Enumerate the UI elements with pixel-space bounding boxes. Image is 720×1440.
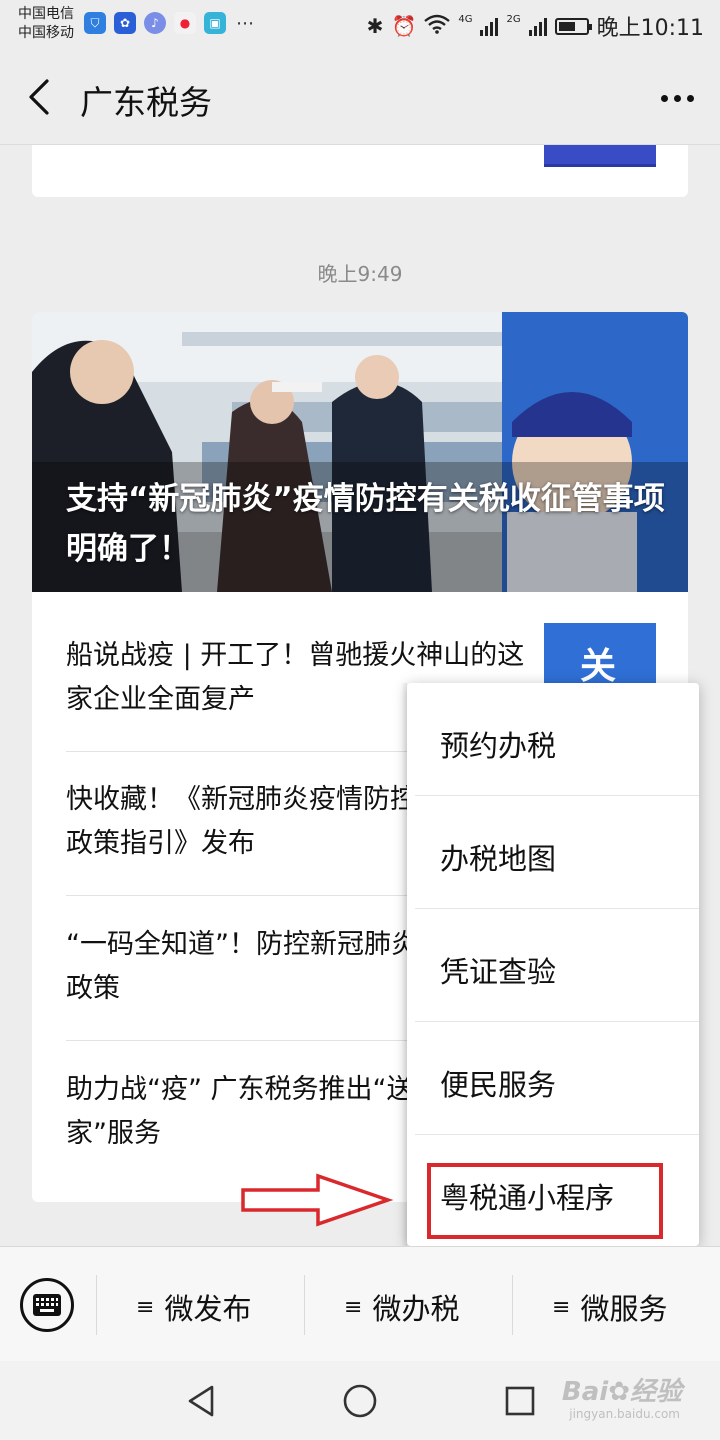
net-type-2: 2G bbox=[506, 13, 521, 25]
menu-item-label: 办税地图 bbox=[440, 842, 557, 876]
nav-bar: 广东税务 bbox=[0, 50, 720, 145]
baidu-paw-icon: ✿ bbox=[114, 12, 136, 34]
red-arrow-icon bbox=[241, 1173, 394, 1227]
gallery-icon: ▣ bbox=[204, 12, 226, 34]
signal-icon-1 bbox=[480, 16, 499, 36]
previous-message-card[interactable] bbox=[32, 145, 688, 197]
paw-icon: ✿ bbox=[608, 1377, 630, 1407]
previous-thumbnail bbox=[544, 145, 656, 167]
notification-icons: ⛉ ✿ ♪ ● ▣ ⋯ bbox=[84, 12, 256, 34]
menu-item-appointment[interactable]: 预约办税 bbox=[407, 683, 699, 796]
more-dot bbox=[686, 94, 694, 102]
highlight-box bbox=[427, 1163, 663, 1239]
back-triangle-icon[interactable] bbox=[182, 1381, 222, 1421]
divider bbox=[512, 1275, 513, 1335]
shield-icon: ⛉ bbox=[84, 12, 106, 34]
baidu-watermark: Bai✿经验 bbox=[562, 1371, 682, 1408]
hamburger-icon: ≡ bbox=[344, 1294, 363, 1320]
status-time: 晚上10:11 bbox=[596, 16, 704, 41]
wifi-icon bbox=[424, 14, 451, 38]
hero-title: 支持“新冠肺炎”疫情防控有关税收征管事项明确了！ bbox=[66, 481, 665, 567]
system-nav-bar: Bai✿经验 jingyan.baidu.com bbox=[0, 1361, 720, 1440]
carrier-info: 中国电信 中国移动 bbox=[18, 5, 74, 43]
status-bar: 中国电信 中国移动 ⛉ ✿ ♪ ● ▣ ⋯ ✱ ⏰ 4G 2G 晚上10:11 bbox=[0, 0, 720, 50]
tab-label: 微服务 bbox=[580, 1292, 668, 1326]
home-circle-icon[interactable] bbox=[340, 1381, 380, 1421]
music-icon: ♪ bbox=[144, 12, 166, 34]
bluetooth-icon: ✱ bbox=[366, 14, 384, 38]
carrier-2: 中国移动 bbox=[18, 25, 74, 41]
tab-wei-banshui[interactable]: ≡ 微办税 bbox=[344, 1285, 459, 1329]
carrier-1: 中国电信 bbox=[18, 6, 74, 22]
menu-item-label: 凭证查验 bbox=[440, 955, 557, 989]
watermark-text: Bai bbox=[561, 1377, 609, 1407]
more-dot bbox=[673, 94, 681, 102]
menu-item-label: 便民服务 bbox=[440, 1068, 557, 1102]
menu-item-label: 预约办税 bbox=[440, 729, 557, 763]
recent-apps-square-icon[interactable] bbox=[500, 1381, 540, 1421]
keyboard-icon bbox=[33, 1294, 61, 1316]
message-timestamp: 晚上9:49 bbox=[317, 262, 403, 286]
popup-menu: 预约办税 办税地图 凭证查验 便民服务 粤税通小程序 bbox=[401, 683, 699, 1246]
alarm-icon: ⏰ bbox=[391, 14, 417, 38]
watermark-sub: jingyan.baidu.com bbox=[569, 1407, 680, 1421]
tab-wei-fuwu[interactable]: ≡ 微服务 bbox=[552, 1285, 667, 1329]
more-button[interactable] bbox=[652, 78, 702, 118]
hamburger-icon: ≡ bbox=[136, 1294, 155, 1320]
battery-icon bbox=[554, 17, 592, 35]
bottom-menu-bar: ≡ 微发布 ≡ 微办税 ≡ 微服务 bbox=[0, 1246, 720, 1361]
divider bbox=[96, 1275, 97, 1335]
hamburger-icon: ≡ bbox=[552, 1294, 571, 1320]
keyboard-toggle-button[interactable] bbox=[20, 1278, 74, 1332]
menu-item-tax-map[interactable]: 办税地图 bbox=[407, 796, 699, 909]
hero-article[interactable]: 支持“新冠肺炎”疫情防控有关税收征管事项明确了！ bbox=[32, 312, 688, 592]
status-right: ✱ ⏰ 4G 2G 晚上10:11 bbox=[367, 10, 704, 42]
watermark-suffix: 经验 bbox=[629, 1377, 682, 1407]
tab-wei-fabu[interactable]: ≡ 微发布 bbox=[136, 1285, 251, 1329]
back-button[interactable] bbox=[20, 72, 60, 122]
tab-label: 微办税 bbox=[372, 1292, 460, 1326]
net-type-1: 4G bbox=[458, 13, 473, 25]
more-dots-icon bbox=[660, 94, 668, 102]
menu-item-public-service[interactable]: 便民服务 bbox=[407, 1022, 699, 1135]
tab-label: 微发布 bbox=[164, 1292, 252, 1326]
signal-icon-2 bbox=[528, 16, 547, 36]
chevron-left-icon bbox=[29, 79, 49, 115]
menu-item-voucher-check[interactable]: 凭证查验 bbox=[407, 909, 699, 1022]
divider bbox=[304, 1275, 305, 1335]
more-notifications-icon: ⋯ bbox=[236, 12, 254, 34]
map-pin-icon: ● bbox=[174, 12, 196, 34]
page-title: 广东税务 bbox=[80, 83, 212, 122]
